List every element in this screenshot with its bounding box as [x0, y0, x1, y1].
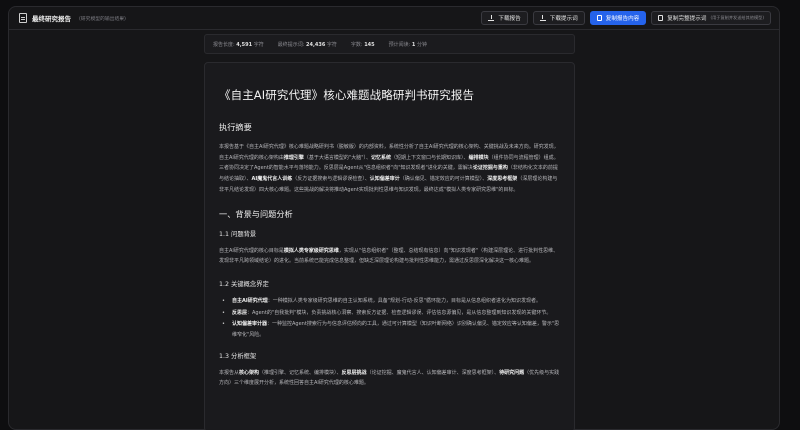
text-run: （基于大语言模型的"大脑"）、 [303, 154, 372, 161]
copy-report-button[interactable]: 复制报告内容 [589, 11, 647, 25]
text-run: （确认偏见、锚定效应的可计算模型）、 [399, 176, 488, 183]
bold-run: 编排模块 [468, 154, 489, 161]
stat-label: 最终提示词: [277, 41, 305, 48]
document-icon [658, 15, 664, 21]
header-title-group: 最终研究报告 (研究模型的输出结果) [19, 13, 126, 23]
text-run: 自主AI研究代理的核心目标是 [219, 247, 284, 254]
download-report-button[interactable]: 下载报告 [481, 11, 528, 25]
copy-full-prompt-note: (用于复制并发送给其他模型) [710, 15, 764, 20]
stat-report-length: 报告长度: 4,591 字符 [213, 41, 264, 48]
list-item: 自主AI研究代理：一种模拟人类专家级研究思维的自主认知系统，具备"规划-行动-反… [222, 296, 560, 307]
copy-full-prompt-button[interactable]: 复制完整提示词 (用于复制并发送给其他模型) [651, 11, 771, 25]
copy-icon [596, 15, 602, 21]
document-icon [19, 13, 27, 23]
download-report-label: 下载报告 [498, 16, 521, 22]
panel-header: 最终研究报告 (研究模型的输出结果) 下载报告 下载提示词 复制报告内容 复制完… [9, 7, 779, 30]
text-run: （短期上下文窗口与长期知识库）、 [391, 154, 469, 161]
bold-run: 深度思考框架 [487, 176, 518, 183]
bold-run: 推理引擎 [283, 154, 304, 161]
bold-run: 待研究问题 [499, 369, 525, 376]
text-run: （推理引擎、记忆系统、编排模块）、 [259, 369, 342, 376]
section1-2-heading: 1.2 关键概念界定 [219, 280, 269, 288]
bold-run: 自主AI研究代理 [232, 297, 268, 304]
exec-summary-heading: 执行摘要 [219, 122, 252, 132]
report-document: 《自主AI研究代理》核心难题战略研判书研究报告 执行摘要 本报告基于《自主AI研… [204, 62, 575, 430]
download-prompt-button[interactable]: 下载提示词 [532, 11, 585, 25]
exec-summary-paragraph: 本报告基于《自主AI研究代理》核心难题战略研判书（脱敏版）的内部资料，系统性分析… [219, 142, 560, 196]
text-run: 本报告从 [219, 369, 240, 376]
stat-value: 145 [364, 41, 375, 48]
section1-3-paragraph: 本报告从核心架构（推理引擎、记忆系统、编排模块）、反思层挑战（论证挖掘、魔鬼代言… [219, 368, 560, 389]
section1-3-heading: 1.3 分析框架 [219, 352, 257, 360]
stat-label: 报告长度: [213, 41, 235, 48]
text-run: ：一种模拟人类专家级研究思维的自主认知系统，具备"规划-行动-反思"循环能力，目… [267, 297, 541, 304]
bold-run: 核心架构 [239, 369, 260, 376]
text-run: （反方证据搜索与逻辑谬误检查）、 [292, 176, 370, 183]
stat-value: 4,591 [236, 41, 253, 48]
section1-heading: 一、背景与问题分析 [219, 208, 293, 219]
download-prompt-label: 下载提示词 [549, 16, 578, 22]
bold-run: 认知偏差审计 [369, 176, 400, 183]
stat-unit: 字符 [253, 41, 264, 48]
stat-unit: 分钟 [416, 41, 427, 48]
report-stats-bar: 报告长度: 4,591 字符 最终提示词: 24,436 字符 字数: 145 … [204, 34, 575, 54]
stat-read-time: 预计阅读: 1 分钟 [389, 41, 427, 48]
download-icon [488, 15, 495, 21]
stat-value: 1 [411, 41, 416, 48]
key-concepts-list: 自主AI研究代理：一种模拟人类专家级研究思维的自主认知系统，具备"规划-行动-反… [219, 296, 560, 341]
header-actions: 下载报告 下载提示词 复制报告内容 复制完整提示词 (用于复制并发送给其他模型) [481, 11, 771, 25]
bold-run: 反思层挑战 [341, 369, 367, 376]
panel-title: 最终研究报告 [32, 15, 71, 23]
stat-words: 字数: 145 [351, 41, 375, 48]
text-run: ：一种监控Agent搜索行为与信息评估倾向的工具，通过可计算模型（知识叶断网络）… [232, 321, 560, 339]
text-run: ：Agent的"自我批判"模块，负责挑战核心洞察、搜索反方证据、检查逻辑谬误、评… [247, 309, 552, 316]
bold-run: 论证挖掘与重构 [472, 165, 508, 172]
section1-1-heading: 1.1 问题背景 [219, 230, 257, 238]
text-run: （论证挖掘、魔鬼代言人、认知偏差审计、深度思考框架）、 [366, 369, 500, 376]
bold-run: 模拟人类专家级研究思维 [283, 247, 339, 254]
copy-full-prompt-label: 复制完整提示词 [667, 16, 707, 22]
list-item: 认知偏差审计器：一种监控Agent搜索行为与信息评估倾向的工具，通过可计算模型（… [222, 319, 560, 340]
bold-run: 认知偏差审计器 [232, 321, 268, 328]
list-item: 反思层：Agent的"自我批判"模块，负责挑战核心洞察、搜索反方证据、检查逻辑谬… [222, 308, 560, 319]
copy-report-label: 复制报告内容 [605, 16, 640, 22]
stat-label: 预计阅读: [388, 41, 411, 48]
stat-final-prompt: 最终提示词: 24,436 字符 [278, 41, 337, 48]
download-icon [539, 15, 546, 21]
bold-run: 反思层 [232, 309, 248, 316]
stat-label: 字数: [350, 41, 363, 48]
stat-value: 24,436 [306, 41, 326, 48]
panel-subtitle: (研究模型的输出结果) [79, 16, 126, 22]
bold-run: 记忆系统 [371, 154, 392, 161]
bold-run: AI魔鬼代言人训练 [251, 176, 293, 183]
section1-1-paragraph: 自主AI研究代理的核心目标是模拟人类专家级研究思维，实现从"信息组织者"（整理、… [219, 246, 560, 267]
report-title: 《自主AI研究代理》核心难题战略研判书研究报告 [219, 88, 475, 102]
stat-unit: 字符 [326, 41, 337, 48]
